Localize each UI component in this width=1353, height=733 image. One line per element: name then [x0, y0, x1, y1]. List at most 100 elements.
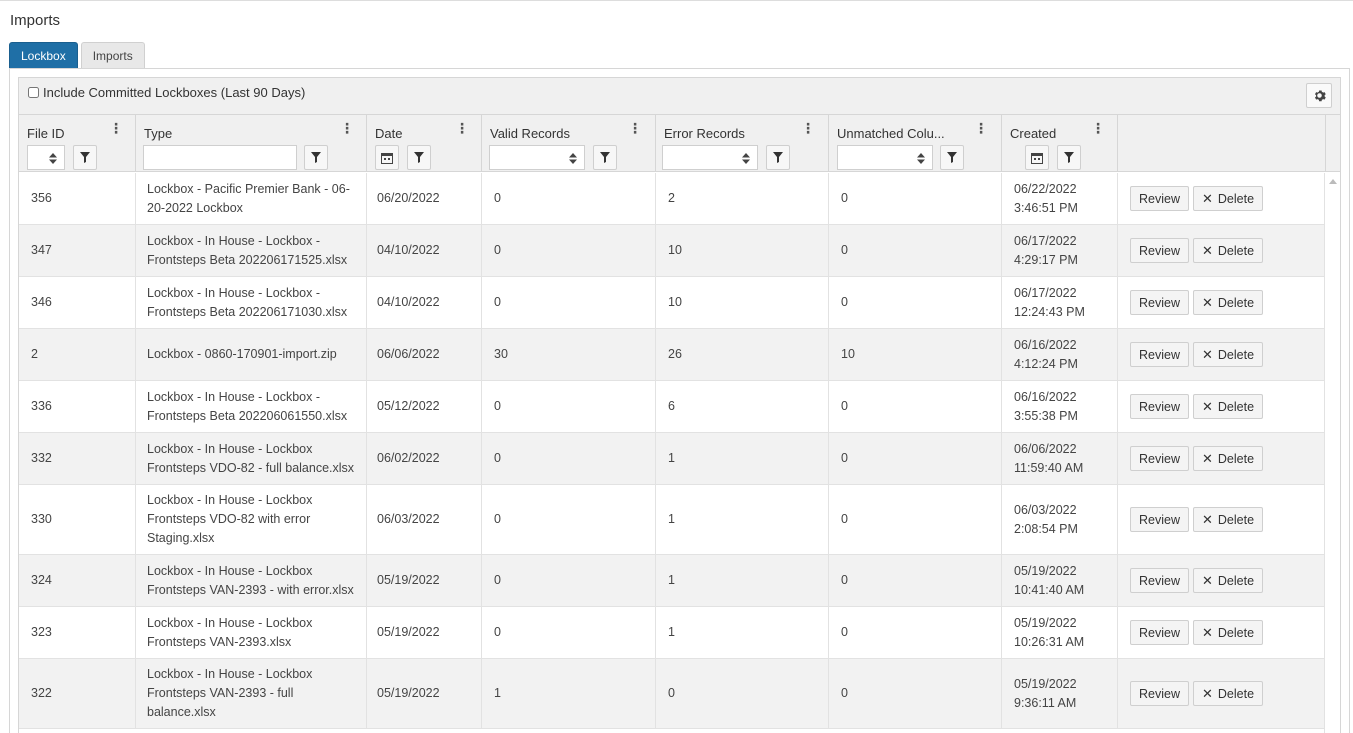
review-button[interactable]: Review — [1130, 568, 1189, 593]
cell-type-line: Frontsteps Beta 202206061550.xlsx — [147, 408, 348, 423]
cell-unmatched-columns-line: 0 — [841, 243, 848, 257]
type-filter-input[interactable] — [143, 145, 297, 170]
row-actions: Review ✕ Delete — [1130, 277, 1267, 328]
cell-error-records-line: 0 — [668, 686, 675, 700]
spinner-arrows-icon[interactable] — [568, 152, 578, 165]
table-row[interactable]: 324 Lockbox - In House - Lockbox Frontstep… — [19, 555, 1324, 607]
table-row[interactable]: 356 Lockbox - Pacific Premier Bank - 06- 2… — [19, 173, 1324, 225]
column-header-created[interactable]: Created ⋮ — [1002, 115, 1118, 172]
cell-date-text: 06/20/2022 — [377, 189, 440, 208]
table-row[interactable]: 2 Lockbox - 0860-170901-import.zip 06/06/2… — [19, 329, 1324, 381]
cell-date: 04/10/2022 — [367, 225, 482, 276]
file-id-filter-button[interactable] — [73, 145, 97, 170]
type-filter-button[interactable] — [304, 145, 328, 170]
delete-button[interactable]: ✕ Delete — [1193, 681, 1264, 706]
cell-file-id-text: 346 — [31, 293, 52, 312]
error-records-filter-button[interactable] — [766, 145, 790, 170]
delete-button[interactable]: ✕ Delete — [1193, 446, 1264, 471]
review-button[interactable]: Review — [1130, 507, 1189, 532]
created-filter-button[interactable] — [1057, 145, 1081, 170]
column-header-unmatched-columns[interactable]: Unmatched Colu... ⋮ — [829, 115, 1002, 172]
tab-imports[interactable]: Imports — [80, 42, 145, 69]
column-menu-icon[interactable]: ⋮ — [628, 121, 642, 135]
review-button[interactable]: Review — [1130, 681, 1189, 706]
cell-error-records: 26 — [656, 329, 829, 380]
valid-records-filter-button[interactable] — [593, 145, 617, 170]
table-row[interactable]: 336 Lockbox - In House - Lockbox - Frontst… — [19, 381, 1324, 433]
tab-lockbox[interactable]: Lockbox — [9, 42, 78, 69]
delete-button[interactable]: ✕ Delete — [1193, 290, 1264, 315]
cell-type-line: Lockbox - In House - Lockbox - — [147, 233, 320, 248]
unmatched-columns-filter-input[interactable] — [837, 145, 933, 170]
table-row[interactable]: 347 Lockbox - In House - Lockbox - Frontst… — [19, 225, 1324, 277]
cell-error-records: 10 — [656, 225, 829, 276]
column-menu-icon[interactable]: ⋮ — [801, 121, 815, 135]
delete-label: Delete — [1217, 573, 1255, 588]
date-filter-button[interactable] — [407, 145, 431, 170]
spinner-arrows-icon[interactable] — [48, 152, 58, 165]
imports-grid: Include Committed Lockboxes (Last 90 Day… — [18, 77, 1341, 733]
cell-valid-records-text: 0 — [494, 397, 501, 416]
column-menu-icon[interactable]: ⋮ — [455, 121, 469, 135]
review-button[interactable]: Review — [1130, 290, 1189, 315]
delete-button[interactable]: ✕ Delete — [1193, 186, 1264, 211]
vertical-scrollbar[interactable] — [1324, 173, 1340, 733]
review-button[interactable]: Review — [1130, 186, 1189, 211]
column-header-file-id[interactable]: File ID ⋮ — [19, 115, 136, 172]
include-committed-option[interactable]: Include Committed Lockboxes (Last 90 Day… — [28, 85, 305, 100]
column-menu-icon[interactable]: ⋮ — [109, 121, 123, 135]
table-row[interactable]: 322 Lockbox - In House - Lockbox Frontstep… — [19, 659, 1324, 729]
column-menu-icon[interactable]: ⋮ — [1091, 121, 1105, 135]
cell-unmatched-columns-text: 0 — [841, 449, 848, 468]
cell-file-id-text: 2 — [31, 345, 38, 364]
date-picker-button[interactable] — [375, 145, 399, 170]
spinner-arrows-icon[interactable] — [741, 152, 751, 165]
spinner-arrows-icon[interactable] — [916, 152, 926, 165]
file-id-filter-input[interactable] — [27, 145, 65, 170]
cell-error-records-line: 10 — [668, 295, 682, 309]
include-committed-checkbox[interactable] — [28, 87, 39, 98]
column-menu-icon[interactable]: ⋮ — [974, 121, 988, 135]
column-header-error-records[interactable]: Error Records ⋮ — [656, 115, 829, 172]
column-title-created: Created — [1010, 126, 1057, 141]
cell-date-text: 06/06/2022 — [377, 345, 440, 364]
cell-type-line: Lockbox - In House - Lockbox — [147, 667, 313, 681]
table-row[interactable]: 323 Lockbox - In House - Lockbox Frontstep… — [19, 607, 1324, 659]
column-header-valid-records[interactable]: Valid Records ⋮ — [482, 115, 656, 172]
review-button[interactable]: Review — [1130, 394, 1189, 419]
cell-file-id-line: 347 — [31, 243, 52, 257]
valid-records-filter-input[interactable] — [489, 145, 585, 170]
delete-button[interactable]: ✕ Delete — [1193, 394, 1264, 419]
close-icon: ✕ — [1202, 450, 1213, 466]
delete-button[interactable]: ✕ Delete — [1193, 342, 1264, 367]
scroll-up-arrow-icon[interactable] — [1329, 179, 1337, 184]
review-button[interactable]: Review — [1130, 620, 1189, 645]
cell-date: 05/19/2022 — [367, 659, 482, 728]
cell-created-line: 06/06/2022 — [1014, 441, 1077, 456]
cell-created-text: 06/17/2022 4:29:17 PM — [1014, 232, 1078, 270]
delete-button[interactable]: ✕ Delete — [1193, 238, 1264, 263]
column-header-date[interactable]: Date ⋮ — [367, 115, 482, 172]
column-menu-icon[interactable]: ⋮ — [340, 121, 354, 135]
column-title-error-records: Error Records — [664, 126, 745, 141]
table-row[interactable]: 332 Lockbox - In House - Lockbox Frontstep… — [19, 433, 1324, 485]
table-row[interactable]: 346 Lockbox - In House - Lockbox - Frontst… — [19, 277, 1324, 329]
delete-button[interactable]: ✕ Delete — [1193, 507, 1264, 532]
review-button[interactable]: Review — [1130, 342, 1189, 367]
unmatched-columns-filter-button[interactable] — [940, 145, 964, 170]
column-header-type[interactable]: Type ⋮ — [136, 115, 367, 172]
delete-button[interactable]: ✕ Delete — [1193, 568, 1264, 593]
table-row[interactable]: 330 Lockbox - In House - Lockbox Frontstep… — [19, 485, 1324, 555]
filter-icon — [311, 152, 321, 163]
cell-type-line: Frontsteps VAN-2393.xlsx — [147, 634, 292, 649]
cell-type-line: Frontsteps Beta 202206171525.xlsx — [147, 252, 348, 267]
review-button[interactable]: Review — [1130, 446, 1189, 471]
cell-date-line: 06/02/2022 — [377, 451, 440, 465]
review-button[interactable]: Review — [1130, 238, 1189, 263]
created-date-picker-button[interactable] — [1025, 145, 1049, 170]
delete-button[interactable]: ✕ Delete — [1193, 620, 1264, 645]
filter-icon — [600, 152, 610, 163]
error-records-filter-input[interactable] — [662, 145, 758, 170]
cell-date: 05/19/2022 — [367, 555, 482, 606]
grid-settings-button[interactable] — [1306, 83, 1332, 108]
